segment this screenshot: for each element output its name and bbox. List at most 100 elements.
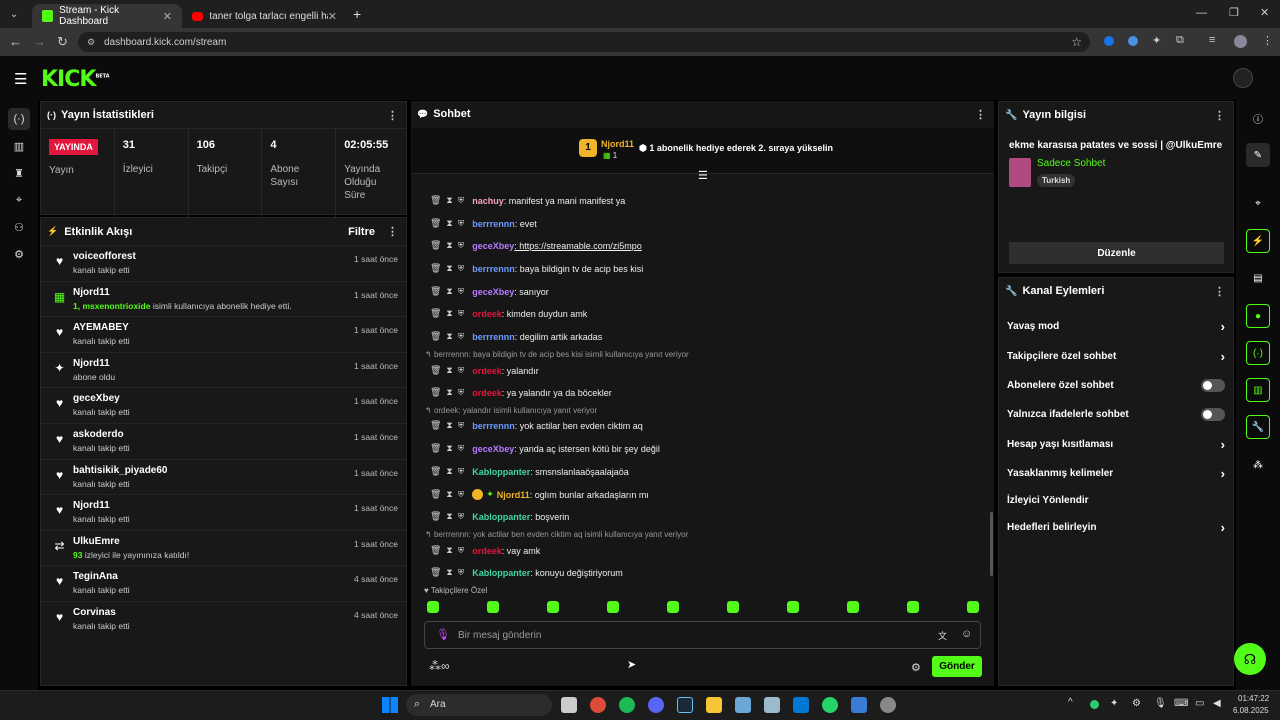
info-icon[interactable]: ⓘ — [1246, 106, 1270, 130]
chat-username[interactable]: ordeek — [472, 546, 502, 556]
task-view-icon[interactable] — [561, 697, 577, 713]
trophy-icon[interactable]: ♜ — [8, 162, 30, 184]
send-button[interactable]: Gönder — [932, 656, 982, 677]
hamburger-menu-icon[interactable]: ☰ — [14, 70, 27, 88]
emote-icon[interactable] — [427, 601, 439, 613]
tray-app-icon[interactable]: ⚙ — [1132, 698, 1141, 709]
outlook-icon[interactable] — [793, 697, 809, 713]
reload-icon[interactable]: ↻ — [57, 34, 68, 50]
url-bar[interactable]: ⚙ dashboard.kick.com/stream ☆ — [78, 32, 1090, 52]
chat-username[interactable]: nachuy — [472, 196, 504, 206]
app-icon[interactable] — [880, 697, 896, 713]
mic-icon[interactable]: 🎙 — [436, 628, 450, 641]
quick-actions-icon[interactable]: ⚡ — [1246, 229, 1270, 253]
more-options-icon[interactable]: ⋮ — [1214, 285, 1225, 298]
emote-icon[interactable] — [667, 601, 679, 613]
whatsapp-icon[interactable] — [822, 697, 838, 713]
taskbar-search[interactable]: ⌕ Ara — [406, 694, 552, 716]
emote-icon[interactable] — [547, 601, 559, 613]
file-explorer-icon[interactable] — [706, 697, 722, 713]
apps-icon[interactable]: ⁂ — [1246, 453, 1270, 477]
moderation-icons[interactable]: 🗑⧗⛨ — [430, 466, 469, 477]
more-options-icon[interactable]: ⋮ — [387, 225, 398, 238]
community-icon[interactable]: ⚇ — [8, 216, 30, 238]
chat-username[interactable]: geceXbey — [472, 444, 514, 454]
photos-icon[interactable] — [764, 697, 780, 713]
notes-icon[interactable]: ▤ — [1246, 266, 1270, 290]
wrench-icon[interactable]: 🔧 — [1246, 415, 1270, 439]
tray-app-icon[interactable]: ✦ — [1110, 698, 1118, 709]
emote-icon[interactable] — [727, 601, 739, 613]
chat-tools-icon[interactable]: ⁂∞ — [429, 659, 450, 673]
focus-icon[interactable]: ⌖ — [8, 189, 30, 211]
toggle-switch[interactable] — [1201, 378, 1225, 392]
emote-icon[interactable] — [847, 601, 859, 613]
help-button[interactable]: ☊ — [1234, 643, 1266, 675]
pencil-icon[interactable]: ✎ — [1246, 143, 1270, 167]
emote-icon[interactable] — [787, 601, 799, 613]
extension-icon[interactable]: ✦ — [1152, 34, 1161, 47]
channel-action-item[interactable]: Yalnızca ifadelerle sohbet — [999, 400, 1233, 429]
profile-avatar[interactable] — [1234, 35, 1247, 48]
stream-icon[interactable]: (·) — [8, 108, 30, 130]
focus-icon[interactable]: ⌖ — [1246, 191, 1270, 215]
category-link[interactable]: Sadece Sohbet — [1037, 158, 1105, 169]
steam-icon[interactable] — [677, 697, 693, 713]
reply-context[interactable]: ↰ ordeek: yalandır isimli kullanıcıya ya… — [425, 406, 597, 415]
close-tab-icon[interactable]: ✕ — [163, 10, 172, 23]
broadcast-icon[interactable]: (·) — [1246, 341, 1270, 365]
extension-icon[interactable] — [1128, 36, 1138, 46]
translate-icon[interactable]: 文 — [938, 629, 947, 642]
moderation-icons[interactable]: 🗑⧗⛨ — [430, 263, 469, 274]
app-icon[interactable] — [735, 697, 751, 713]
network-icon[interactable]: ▭ — [1195, 698, 1204, 709]
channel-action-item[interactable]: İzleyici Yönlendir — [999, 488, 1233, 512]
back-icon[interactable]: ← — [9, 34, 22, 49]
site-info-icon[interactable]: ⚙ — [87, 37, 95, 48]
volume-icon[interactable]: ◀ — [1213, 698, 1221, 709]
moderation-icons[interactable]: 🗑⧗⛨ — [430, 545, 469, 556]
restore-icon[interactable]: ❐ — [1229, 6, 1239, 19]
tray-app-icon[interactable]: 🎙 — [1154, 698, 1167, 709]
chat-username[interactable]: Njord11 — [497, 490, 530, 500]
clock-date[interactable]: 6.08.2025 — [1233, 706, 1269, 715]
tab-youtube[interactable]: taner tolga tarlacı engelli hayra... ✕ — [182, 4, 347, 28]
emoji-icon[interactable]: ☺ — [961, 628, 972, 640]
emote-icon[interactable] — [967, 601, 979, 613]
layout-icon[interactable]: ▥ — [1246, 378, 1270, 402]
moderation-icons[interactable]: 🗑⧗⛨ — [430, 420, 469, 431]
windows-start-icon[interactable] — [382, 697, 398, 713]
chat-icon[interactable]: ● — [1246, 304, 1270, 328]
tab-list-icon[interactable]: ⌄ — [4, 9, 24, 20]
moderation-icons[interactable]: 🗑⧗⛨ — [430, 365, 469, 376]
chat-username[interactable]: Kabloppanter — [472, 512, 530, 522]
chat-username[interactable]: berrrennn — [472, 332, 515, 342]
chat-username[interactable]: berrrennn — [472, 421, 515, 431]
keyboard-icon[interactable]: ⌨ — [1174, 698, 1188, 709]
expand-leaderboard-icon[interactable]: ☰ — [698, 169, 708, 182]
moderation-icons[interactable]: 🗑⧗⛨ — [430, 387, 469, 398]
new-tab-icon[interactable]: + — [353, 6, 361, 22]
pinned-user[interactable]: Njord11 — [601, 139, 634, 149]
forward-icon[interactable]: → — [33, 34, 46, 49]
more-options-icon[interactable]: ⋮ — [387, 109, 398, 122]
emote-icon[interactable] — [487, 601, 499, 613]
bookmark-star-icon[interactable]: ☆ — [1071, 35, 1082, 49]
moderation-icons[interactable]: 🗑⧗⛨ — [430, 240, 469, 251]
browser-menu-icon[interactable]: ⋮ — [1262, 34, 1273, 47]
close-tab-icon[interactable]: ✕ — [328, 10, 337, 23]
chat-input[interactable]: 🎙 Bir mesaj gönderin 文 ☺ — [424, 621, 981, 649]
spotify-icon[interactable] — [619, 697, 635, 713]
channel-action-item[interactable]: Hesap yaşı kısıtlaması › — [999, 430, 1233, 459]
user-avatar[interactable] — [1233, 68, 1253, 88]
clock-time[interactable]: 01:47:22 — [1238, 694, 1269, 703]
app-icon[interactable] — [851, 697, 867, 713]
moderation-icons[interactable]: 🗑⧗⛨ — [430, 443, 469, 454]
tab-kick-dashboard[interactable]: Stream - Kick Dashboard ✕ — [32, 4, 182, 28]
more-options-icon[interactable]: ⋮ — [1214, 109, 1225, 122]
moderation-icons[interactable]: 🗑⧗⛨ — [430, 567, 469, 578]
moderation-icons[interactable]: 🗑⧗⛨ — [430, 308, 469, 319]
tray-chevron-icon[interactable]: ^ — [1068, 697, 1073, 708]
toggle-switch[interactable] — [1201, 408, 1225, 422]
chat-username[interactable]: geceXbey — [472, 241, 514, 251]
